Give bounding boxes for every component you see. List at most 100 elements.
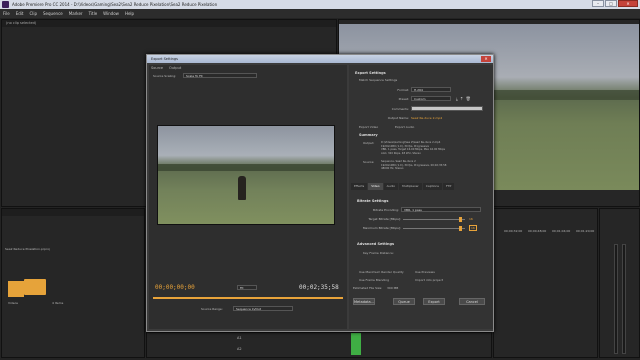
source-range-bar[interactable] (153, 297, 343, 299)
menu-edit[interactable]: Edit (16, 9, 24, 18)
ruler-tick: 00;00;48;00 (528, 229, 547, 233)
import-into-project-checkbox[interactable]: Import into project (415, 278, 443, 282)
frame-blending-checkbox[interactable]: Use Frame Blending (359, 278, 389, 282)
save-preset-icon[interactable]: ⤓ (456, 96, 458, 101)
dialog-close-button[interactable]: ✕ (481, 56, 491, 62)
summary-source-label: Source: (363, 160, 375, 164)
source-scaling-dropdown[interactable]: Scale To Fit (183, 73, 257, 78)
output-name-link[interactable]: Sea2 Re-duce 2.mp4 (411, 116, 442, 120)
format-dropdown[interactable]: H.264 (411, 87, 451, 92)
preview-area: Source Output Source Scaling: Scale To F… (149, 65, 347, 329)
tab-effects[interactable]: Effects (351, 183, 368, 190)
window-controls: – □ ✕ (592, 0, 638, 8)
target-bitrate-label: Target Bitrate [Mbps]: (368, 217, 401, 221)
audio-clip[interactable] (351, 333, 361, 355)
use-previews-checkbox[interactable]: Use Previews (415, 270, 435, 274)
queue-button[interactable]: Queue (393, 298, 415, 305)
summary-output-label: Output: (363, 141, 375, 145)
timecode-out: 00;02;35;58 (299, 284, 339, 291)
max-bitrate-value[interactable]: 16 (469, 225, 477, 231)
import-preset-icon[interactable]: ⤒ (461, 96, 463, 101)
match-sequence-checkbox[interactable]: Match Sequence Settings (359, 78, 397, 82)
preset-label: Preset: (398, 97, 409, 101)
project-panel: Sea2 Reduce Pixelation.prproj Videos 4 I… (1, 208, 145, 358)
bitrate-encoding-dropdown[interactable]: VBR, 1 pass (401, 207, 481, 212)
source-range-dropdown[interactable]: Sequence In/Out (233, 306, 293, 311)
tab-audio[interactable]: Audio (383, 183, 399, 190)
bitrate-settings-heading: Bitrate Settings (357, 199, 389, 203)
person-figure (238, 176, 246, 200)
menu-help[interactable]: Help (125, 9, 134, 18)
window-title-bar: Adobe Premiere Pro CC 2014 - D:\Videos\G… (0, 0, 640, 9)
source-range-label: Source Range: (201, 307, 223, 311)
audio-meter-left (614, 244, 618, 354)
folder-icon[interactable] (24, 279, 46, 295)
delete-preset-icon[interactable]: 🗑 (466, 96, 471, 101)
ruler-tick: 00;00;32;00 (504, 229, 523, 233)
summary-heading: Summary (359, 133, 378, 137)
metadata-button[interactable]: Metadata... (353, 298, 375, 305)
tab-source[interactable]: Source (151, 66, 163, 70)
window-title: Adobe Premiere Pro CC 2014 - D:\Videos\G… (12, 2, 218, 7)
ruler-tick: 00;01;04;00 (552, 229, 571, 233)
menu-bar: File Edit Clip Sequence Marker Title Win… (0, 9, 640, 18)
comments-label: Comments: (391, 107, 409, 111)
track-label-a1: A1 (237, 336, 242, 340)
tab-output[interactable]: Output (169, 66, 181, 70)
ruler-tick: 00;01;20;00 (576, 229, 595, 233)
max-render-quality-checkbox[interactable]: Use Maximum Render Quality (359, 270, 404, 274)
export-preview-frame (157, 125, 335, 225)
cancel-button[interactable]: Cancel (459, 298, 485, 305)
key-frame-distance-checkbox[interactable]: Key Frame Distance: (363, 251, 394, 255)
bin-label: Videos (8, 301, 18, 305)
fit-dropdown[interactable]: Fit (237, 285, 257, 290)
menu-marker[interactable]: Marker (69, 9, 83, 18)
max-bitrate-slider[interactable] (403, 226, 465, 231)
close-window-button[interactable]: ✕ (618, 0, 638, 7)
menu-window[interactable]: Window (103, 9, 119, 18)
tab-captions[interactable]: Captions (422, 183, 442, 190)
export-video-checkbox[interactable]: Export Video (359, 125, 378, 129)
export-button[interactable]: Export (423, 298, 445, 305)
tab-ftp[interactable]: FTP (442, 183, 455, 190)
audio-meter-right (622, 244, 626, 354)
estimated-file-size-value: 300 MB (387, 286, 399, 290)
advanced-settings-heading: Advanced Settings (357, 242, 395, 246)
settings-area: Export Settings Match Sequence Settings … (349, 65, 493, 329)
max-bitrate-thumb[interactable] (459, 226, 463, 231)
menu-sequence[interactable]: Sequence (43, 9, 63, 18)
menu-clip[interactable]: Clip (29, 9, 37, 18)
summary-output-line: AAC, 320 Kbps, 48 kHz, Stereo (381, 151, 421, 155)
export-settings-dialog: Export Settings ✕ Source Output Source S… (146, 54, 494, 332)
source-scaling-label: Source Scaling: (153, 74, 177, 78)
summary-source-line: 48000 Hz, Stereo (381, 167, 404, 171)
export-settings-heading: Export Settings (355, 71, 386, 75)
bitrate-encoding-label: Bitrate Encoding: (373, 208, 399, 212)
track-label-a2: A2 (237, 347, 242, 351)
output-name-label: Output Name: (387, 116, 409, 120)
comments-field[interactable] (411, 106, 483, 111)
minimize-button[interactable]: – (592, 0, 604, 7)
timecode-in[interactable]: 00;00;00;00 (155, 284, 195, 291)
bin-item-count: 4 Items (52, 301, 64, 305)
audio-meters-panel (599, 208, 640, 358)
tab-video[interactable]: Video (368, 183, 383, 190)
maximize-button[interactable]: □ (605, 0, 617, 7)
target-bitrate-thumb[interactable] (459, 217, 463, 222)
max-bitrate-label: Maximum Bitrate [Mbps]: (362, 226, 401, 230)
dialog-title: Export Settings (147, 55, 493, 63)
timeline-panel: A1 A2 (146, 332, 492, 358)
source-panel-tab[interactable]: (no clip selected) (2, 20, 336, 27)
tab-multiplexer[interactable]: Multiplexer (399, 183, 422, 190)
project-file-name: Sea2 Reduce Pixelation.prproj (5, 247, 50, 251)
target-bitrate-value[interactable]: 16 (469, 217, 473, 221)
format-label: Format: (397, 88, 409, 92)
estimated-file-size-label: Estimated File Size: (353, 286, 383, 290)
menu-file[interactable]: File (3, 9, 10, 18)
menu-title[interactable]: Title (89, 9, 98, 18)
premiere-app-icon (2, 1, 9, 8)
export-audio-checkbox[interactable]: Export Audio (395, 125, 414, 129)
settings-tabs: Effects Video Audio Multiplexer Captions… (351, 183, 491, 190)
target-bitrate-slider[interactable] (403, 217, 465, 222)
preset-dropdown[interactable]: Custom (411, 96, 451, 101)
